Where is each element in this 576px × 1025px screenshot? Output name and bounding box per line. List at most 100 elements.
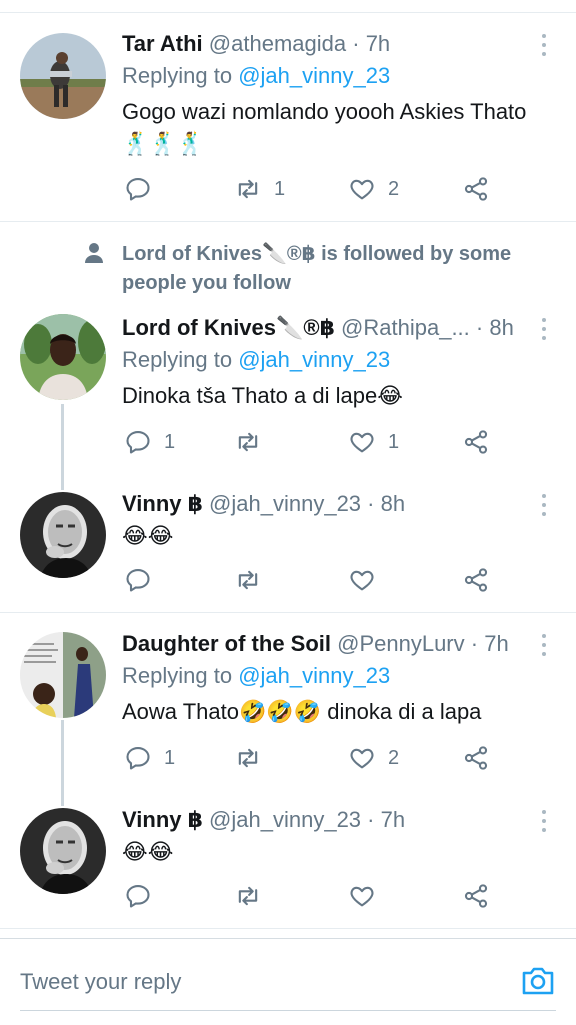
person-icon	[85, 243, 103, 263]
reply-bar	[0, 938, 576, 1025]
reply-button[interactable]: 1	[124, 742, 175, 774]
timestamp: 8h	[380, 491, 406, 516]
reply-button[interactable]: 1	[124, 426, 175, 458]
thread-connector	[61, 404, 64, 490]
action-bar: 1 1	[122, 426, 562, 458]
mention-link[interactable]: @jah_vinny_23	[238, 663, 390, 688]
reply-button[interactable]	[124, 173, 164, 205]
reply-count: 1	[164, 430, 176, 453]
reply-icon	[126, 747, 150, 770]
heart-icon	[350, 886, 374, 907]
tweet-text: 😂😂	[122, 523, 174, 548]
action-bar: 1 2	[122, 173, 562, 205]
replying-to: Replying to @jah_vinny_23	[122, 61, 390, 91]
retweet-button[interactable]	[234, 564, 274, 596]
mention-link[interactable]: @jah_vinny_23	[238, 63, 390, 88]
separator-dot: ·	[470, 631, 479, 656]
replying-to: Replying to @jah_vinny_23	[122, 661, 390, 691]
retweet-icon	[238, 179, 258, 199]
display-name[interactable]: Tar Athi	[122, 31, 203, 56]
action-bar	[122, 880, 562, 912]
camera-icon	[522, 967, 554, 995]
timestamp: 8h	[489, 315, 514, 340]
like-button[interactable]: 2	[348, 742, 399, 774]
social-context-text: Lord of Knives🔪®฿ is followed by some pe…	[122, 243, 512, 294]
more-options-icon[interactable]	[536, 808, 552, 836]
share-button[interactable]	[462, 742, 490, 774]
tweet-header: Tar Athi @athemagida · 7h	[122, 30, 516, 58]
heart-icon	[350, 432, 374, 453]
camera-button[interactable]	[519, 962, 557, 1000]
retweet-button[interactable]	[234, 742, 274, 774]
user-handle[interactable]: @athemagida	[209, 31, 346, 56]
heart-icon	[350, 179, 374, 200]
reply-button[interactable]	[124, 564, 164, 596]
tweet-text: 😂😂	[122, 839, 174, 864]
display-name[interactable]: Daughter of the Soil	[122, 631, 331, 656]
like-count: 2	[388, 746, 400, 769]
user-handle[interactable]: @jah_vinny_23	[209, 491, 361, 516]
user-handle[interactable]: @PennyLurv	[337, 631, 465, 656]
retweet-button[interactable]	[234, 880, 274, 912]
like-button[interactable]: 2	[348, 173, 399, 205]
retweet-icon	[238, 570, 258, 590]
share-button[interactable]	[462, 426, 490, 458]
tweet-header: Daughter of the Soil @PennyLurv · 7h	[122, 630, 516, 658]
tweet-header: Lord of Knives🔪®฿ @Rathipa_... · 8h	[122, 314, 516, 342]
heart-icon	[350, 748, 374, 769]
separator-dot: ·	[475, 315, 484, 340]
reply-button[interactable]	[124, 880, 164, 912]
share-button[interactable]	[462, 173, 490, 205]
reply-input[interactable]	[20, 966, 470, 998]
share-button[interactable]	[462, 880, 490, 912]
divider	[0, 221, 576, 222]
retweet-icon	[238, 432, 258, 452]
separator-dot: ·	[352, 31, 360, 56]
more-options-icon[interactable]	[536, 316, 552, 344]
timestamp: 7h	[484, 631, 509, 656]
display-name[interactable]: Vinny ฿	[122, 807, 203, 832]
like-button[interactable]	[348, 564, 388, 596]
reply-icon	[126, 178, 150, 201]
share-button[interactable]	[462, 564, 490, 596]
more-options-icon[interactable]	[536, 32, 552, 60]
more-options-icon[interactable]	[536, 632, 552, 660]
retweet-count: 1	[274, 177, 286, 200]
reply-input-underline	[20, 1010, 556, 1011]
avatar[interactable]	[20, 632, 106, 718]
timestamp: 7h	[380, 807, 406, 832]
avatar[interactable]	[20, 492, 106, 578]
action-bar	[122, 564, 562, 596]
thread-connector	[61, 720, 64, 806]
reply-icon	[126, 885, 150, 908]
separator-dot: ·	[367, 807, 375, 832]
reply-count: 1	[164, 746, 176, 769]
display-name[interactable]: Lord of Knives🔪®฿	[122, 315, 335, 340]
user-handle[interactable]: @Rathipa_...	[341, 315, 470, 340]
heart-icon	[350, 570, 374, 591]
action-bar: 1 2	[122, 742, 562, 774]
share-icon	[464, 430, 488, 454]
tweet-text: Dinoka tša Thato a di lape😂	[122, 383, 403, 408]
like-count: 2	[388, 177, 400, 200]
user-handle[interactable]: @jah_vinny_23	[209, 807, 361, 832]
separator-dot: ·	[367, 491, 375, 516]
retweet-button[interactable]: 1	[234, 173, 285, 205]
avatar[interactable]	[20, 314, 106, 400]
share-icon	[464, 884, 488, 908]
replying-to-label: Replying to	[122, 663, 233, 688]
mention-link[interactable]: @jah_vinny_23	[238, 347, 390, 372]
like-count: 1	[388, 430, 400, 453]
avatar[interactable]	[20, 33, 106, 119]
divider	[0, 928, 576, 929]
more-options-icon[interactable]	[536, 492, 552, 520]
avatar[interactable]	[20, 808, 106, 894]
share-icon	[464, 568, 488, 592]
like-button[interactable]	[348, 880, 388, 912]
display-name[interactable]: Vinny ฿	[122, 491, 203, 516]
tweet-text: Gogo wazi nomlando yoooh Askies Thato 🕺🕺…	[122, 99, 527, 156]
like-button[interactable]: 1	[348, 426, 399, 458]
reply-icon	[126, 431, 150, 454]
timestamp: 7h	[365, 31, 391, 56]
retweet-button[interactable]	[234, 426, 274, 458]
